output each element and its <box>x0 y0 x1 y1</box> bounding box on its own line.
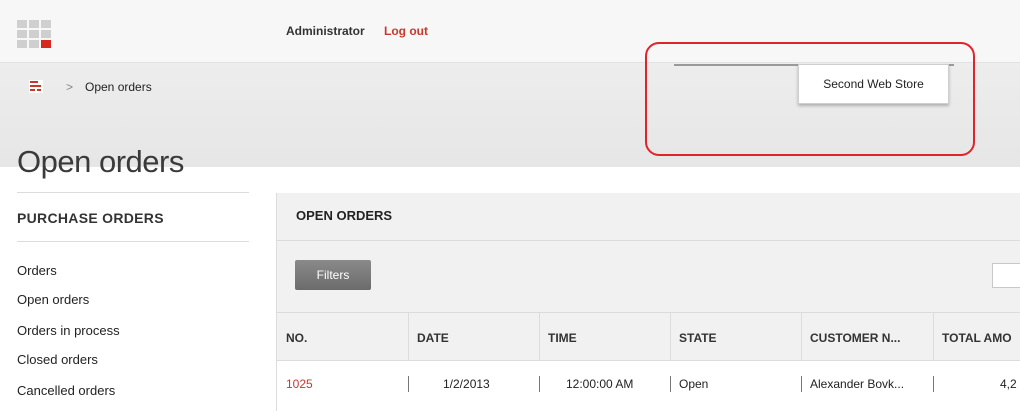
column-divider <box>408 313 409 360</box>
breadcrumb-separator: > <box>66 80 74 94</box>
column-header-date[interactable]: DATE <box>417 331 449 345</box>
sidebar-item-orders[interactable]: Orders <box>17 263 57 278</box>
column-header-no[interactable]: NO. <box>286 331 307 345</box>
sidebar-item-open-orders[interactable]: Open orders <box>17 292 89 307</box>
column-header-time[interactable]: TIME <box>548 331 577 345</box>
sidebar-heading: PURCHASE ORDERS <box>17 210 164 226</box>
column-divider <box>933 313 934 360</box>
logout-link[interactable]: Log out <box>384 24 428 38</box>
annotation-highlight <box>645 42 975 156</box>
order-date: 1/2/2013 <box>443 377 490 391</box>
app-logo-icon[interactable] <box>17 20 51 48</box>
order-time: 12:00:00 AM <box>566 377 634 391</box>
order-number-link[interactable]: 1025 <box>286 377 313 391</box>
order-state: Open <box>679 377 709 391</box>
panel-divider <box>277 240 1020 241</box>
column-divider <box>801 313 802 360</box>
table-row[interactable] <box>277 361 1020 411</box>
sidebar-item-closed-orders[interactable]: Closed orders <box>17 352 98 367</box>
column-divider <box>539 313 540 360</box>
search-input[interactable] <box>992 263 1020 288</box>
filters-button-label: Filters <box>316 268 350 282</box>
column-divider <box>670 313 671 360</box>
cell-divider <box>539 376 540 392</box>
cell-divider <box>670 376 671 392</box>
column-header-total[interactable]: TOTAL AMO <box>942 331 1012 345</box>
cell-divider <box>933 376 934 392</box>
sidebar-divider <box>17 192 249 193</box>
current-user-name: Administrator <box>286 24 365 38</box>
cell-divider <box>408 376 409 392</box>
cell-divider <box>801 376 802 392</box>
sidebar-item-orders-in-process[interactable]: Orders in process <box>17 323 120 338</box>
page-title: Open orders <box>17 143 184 179</box>
filters-button[interactable]: Filters <box>295 260 371 290</box>
breadcrumb-current: Open orders <box>85 80 152 94</box>
column-header-customer[interactable]: CUSTOMER N... <box>810 331 900 345</box>
column-header-state[interactable]: STATE <box>679 331 717 345</box>
sidebar-divider <box>17 241 249 242</box>
order-customer: Alexander Bovk... <box>810 377 905 391</box>
table-header <box>277 312 1020 361</box>
sidebar-item-cancelled-orders[interactable]: Cancelled orders <box>17 383 115 398</box>
orders-menu-icon[interactable] <box>29 80 43 93</box>
panel-title: OPEN ORDERS <box>296 208 393 223</box>
order-total: 4,2 <box>1000 377 1017 391</box>
